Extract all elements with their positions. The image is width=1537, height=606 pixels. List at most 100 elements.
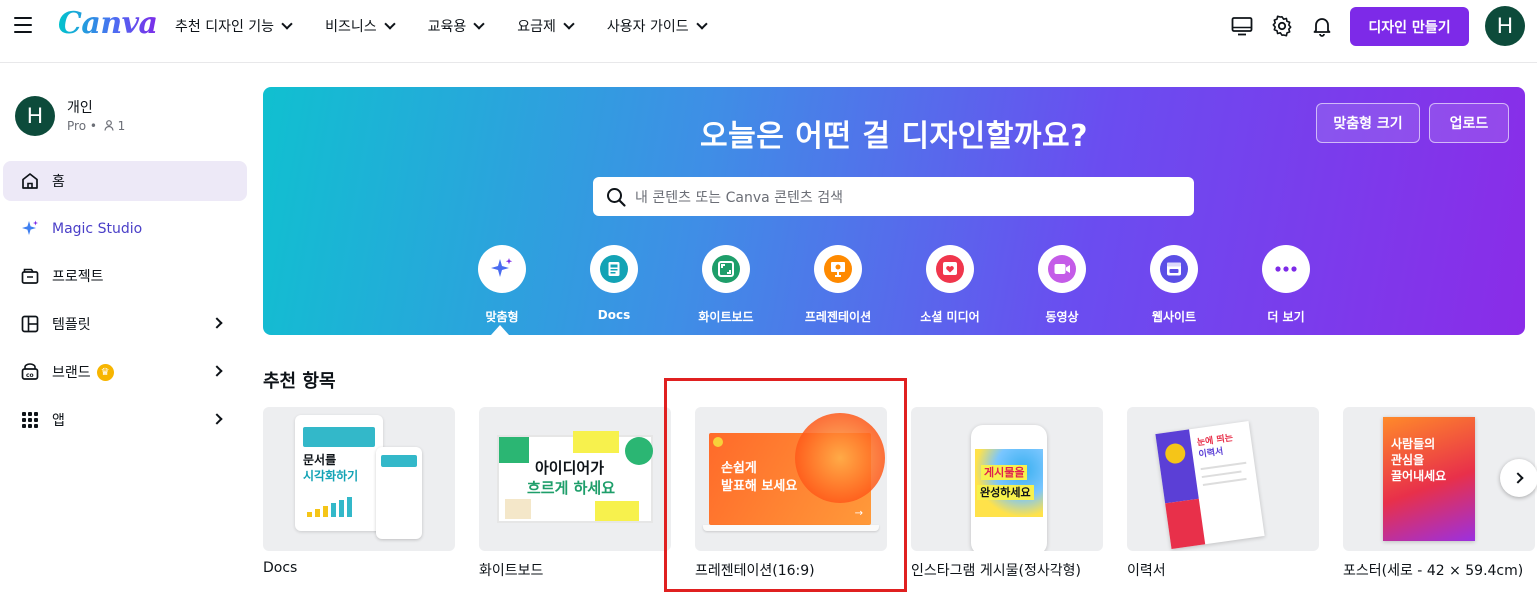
hero-banner: 오늘은 어떤 걸 디자인할까요? 맞춤형 크기 업로드 내 콘텐츠 또는 Can… [263, 87, 1525, 335]
nav-item-pricing[interactable]: 요금제 [517, 16, 575, 36]
sidebar-item-home[interactable]: 홈 [3, 161, 247, 201]
video-icon [1038, 245, 1086, 293]
chevron-right-icon [211, 365, 223, 377]
docs-icon [590, 245, 638, 293]
nav-item-featured[interactable]: 추천 디자인 기능 [175, 16, 293, 36]
member-count: 1 [117, 119, 126, 133]
gear-icon[interactable] [1271, 15, 1293, 37]
chevron-right-icon [1511, 472, 1524, 484]
sidebar-item-templates[interactable]: 템플릿 [3, 304, 247, 344]
category-label: 더 보기 [1267, 310, 1305, 324]
card-label: 화이트보드 [479, 563, 544, 579]
mini-bar-chart [307, 497, 377, 517]
menu-icon[interactable] [14, 17, 32, 33]
mock-text: 눈에 띄는 [1196, 433, 1234, 449]
template-icon [20, 314, 40, 334]
mock-text: 사람들의 [1391, 437, 1436, 451]
template-card-resume[interactable]: 눈에 띄는 이력서 이력서 [1127, 407, 1319, 580]
category-whiteboard[interactable]: 화이트보드 [681, 245, 771, 325]
account-plan: Pro • 1 [67, 119, 125, 134]
website-icon [1150, 245, 1198, 293]
resume-page-mock: 눈에 띄는 이력서 [1155, 421, 1265, 549]
chevron-down-icon [473, 17, 485, 30]
nav-label: 비즈니스 [325, 19, 377, 35]
avatar[interactable]: H [1485, 6, 1525, 46]
sidebar-item-label: 홈 [52, 174, 65, 190]
folder-icon [20, 266, 40, 286]
account-name[interactable]: 개인 [67, 97, 93, 117]
carousel-next-button[interactable] [1500, 459, 1537, 497]
presentation-icon [814, 245, 862, 293]
mock-text: 아이디어가 [535, 459, 605, 477]
mock-text: 발표해 보세요 [721, 479, 798, 494]
crown-icon: ♛ [96, 363, 114, 381]
sidebar-item-brand[interactable]: co 브랜드 ♛ [3, 352, 247, 392]
search-placeholder: 내 콘텐츠 또는 Canva 콘텐츠 검색 [635, 189, 844, 206]
category-social-media[interactable]: 소셜 미디어 [905, 245, 995, 325]
create-design-button[interactable]: 디자인 만들기 [1350, 7, 1469, 46]
card-label: 이력서 [1127, 563, 1166, 579]
category-custom[interactable]: 맞춤형 [457, 245, 547, 325]
card-thumbnail[interactable]: 눈에 띄는 이력서 [1127, 407, 1319, 551]
template-card-whiteboard[interactable]: 아이디어가 흐르게 하세요 화이트보드 [479, 407, 671, 580]
selected-category-indicator [491, 325, 509, 335]
chevron-down-icon [281, 17, 293, 30]
card-thumbnail[interactable]: 손쉽게 발표해 보세요 → [695, 407, 887, 551]
template-card-docs[interactable]: 문서를 시각화하기 Docs [263, 407, 455, 576]
desktop-icon[interactable] [1231, 15, 1253, 37]
sparkle-icon [478, 245, 526, 293]
category-label: 화이트보드 [698, 310, 754, 324]
home-icon [20, 171, 40, 191]
card-thumbnail[interactable]: 게시물을 완성하세요 [911, 407, 1103, 551]
brand-icon: co [20, 362, 40, 382]
nav-label: 교육용 [427, 19, 467, 35]
card-thumbnail[interactable]: 아이디어가 흐르게 하세요 [479, 407, 671, 551]
category-presentation[interactable]: 프레젠테이션 [793, 245, 883, 325]
poster-mock: 사람들의 관심을 끌어내세요 [1383, 417, 1475, 541]
bell-icon[interactable] [1311, 15, 1333, 37]
template-card-presentation[interactable]: 손쉽게 발표해 보세요 → 프레젠테이션(16:9) [695, 407, 887, 580]
nav-label: 추천 디자인 기능 [175, 19, 275, 35]
category-video[interactable]: 동영상 [1017, 245, 1107, 325]
card-label: Docs [263, 560, 298, 576]
category-label: 웹사이트 [1151, 310, 1197, 324]
canva-logo[interactable]: Canva [58, 6, 158, 41]
whiteboard-mock: 아이디어가 흐르게 하세요 [497, 431, 653, 523]
category-docs[interactable]: Docs [569, 245, 659, 322]
sparkle-icon [20, 219, 40, 239]
slide-mock: 손쉽게 발표해 보세요 → [709, 413, 885, 525]
category-label: 소셜 미디어 [920, 310, 980, 324]
sidebar-item-projects[interactable]: 프로젝트 [3, 256, 247, 296]
heart-icon [926, 245, 974, 293]
nav-label: 요금제 [517, 19, 556, 35]
card-thumbnail[interactable]: 문서를 시각화하기 [263, 407, 455, 551]
custom-size-button[interactable]: 맞춤형 크기 [1316, 103, 1420, 143]
account-avatar[interactable]: H [15, 96, 55, 136]
template-card-poster[interactable]: 사람들의 관심을 끌어내세요 포스터(세로 - 42 × 59.4cm) [1343, 407, 1535, 580]
mock-text: 문서를 [303, 453, 337, 467]
sidebar-item-label: 프로젝트 [52, 269, 104, 285]
more-icon [1262, 245, 1310, 293]
category-label: 동영상 [1045, 310, 1079, 324]
category-website[interactable]: 웹사이트 [1129, 245, 1219, 325]
nav-item-education[interactable]: 교육용 [427, 16, 485, 36]
card-label: 포스터(세로 - 42 × 59.4cm) [1343, 563, 1524, 579]
nav-item-guide[interactable]: 사용자 가이드 [606, 16, 708, 36]
mock-text: 이력서 [1198, 446, 1225, 461]
category-more[interactable]: 더 보기 [1241, 245, 1331, 325]
sidebar-item-label: 템플릿 [52, 317, 91, 333]
apps-icon [20, 410, 40, 430]
template-card-instagram[interactable]: 게시물을 완성하세요 인스타그램 게시물(정사각형) [911, 407, 1103, 580]
mock-text: 끌어내세요 [1391, 469, 1447, 483]
search-input[interactable]: 내 콘텐츠 또는 Canva 콘텐츠 검색 [593, 177, 1194, 216]
mock-text: 시각화하기 [303, 469, 359, 483]
nav-label: 사용자 가이드 [606, 19, 689, 35]
category-label: 맞춤형 [485, 310, 519, 324]
sidebar-item-magic-studio[interactable]: Magic Studio [3, 209, 247, 249]
mock-text: 흐르게 하세요 [527, 479, 616, 497]
mock-text: 게시물을 [981, 465, 1028, 481]
upload-button[interactable]: 업로드 [1429, 103, 1509, 143]
sidebar-item-apps[interactable]: 앱 [3, 400, 247, 440]
nav-item-business[interactable]: 비즈니스 [325, 16, 396, 36]
arrow-right-icon: → [854, 508, 863, 519]
